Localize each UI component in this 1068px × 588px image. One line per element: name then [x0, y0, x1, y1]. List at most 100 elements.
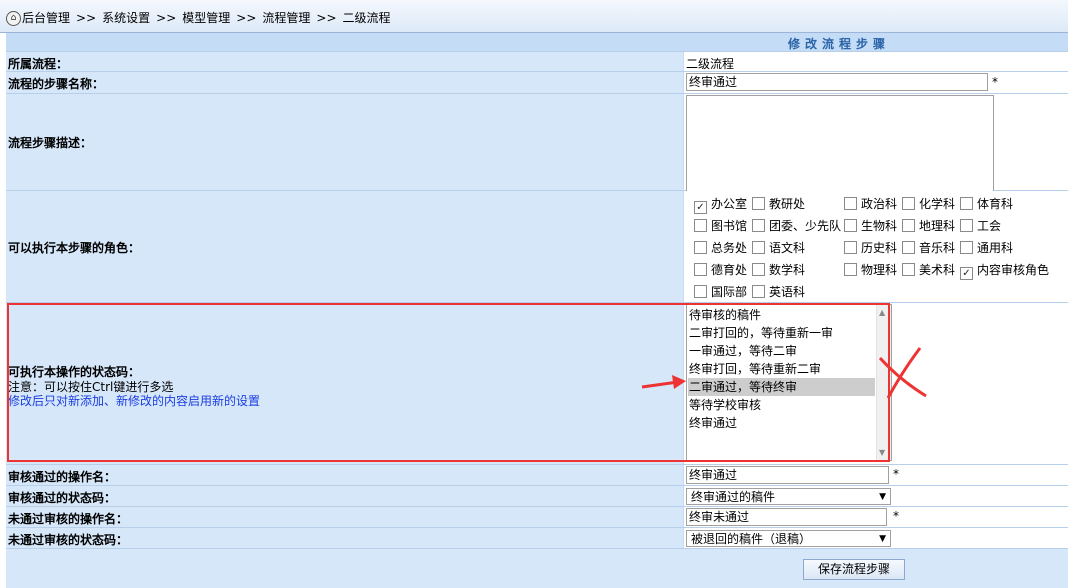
process-value: 二级流程: [686, 57, 735, 71]
form-footer: [6, 549, 1068, 588]
role-checkbox[interactable]: 化学科: [902, 195, 955, 212]
role-checkbox[interactable]: 音乐科: [902, 239, 955, 256]
checkbox-icon[interactable]: [694, 219, 707, 232]
role-checkbox[interactable]: 美术科: [902, 261, 955, 278]
fail-status-value: 被退回的稿件（退稿）: [691, 532, 812, 546]
pass-op-label: 审核通过的操作名：: [8, 470, 117, 484]
role-checkbox[interactable]: 德育处: [694, 261, 747, 278]
role-label: 地理科: [919, 219, 956, 233]
dropdown-arrow-icon: ▼: [879, 534, 886, 544]
role-checkbox[interactable]: 政治科: [844, 195, 897, 212]
checkbox-icon[interactable]: [694, 285, 707, 298]
required-mark: *: [992, 75, 998, 89]
role-checkbox[interactable]: 物理科: [844, 261, 897, 278]
fail-op-label: 未通过审核的操作名：: [8, 512, 129, 526]
role-checkbox[interactable]: ✓ 办公室: [694, 195, 747, 214]
role-checkbox[interactable]: 通用科: [960, 239, 1013, 256]
role-checkbox[interactable]: ✓ 内容审核角色: [960, 261, 1049, 280]
breadcrumb-separator: >>: [156, 11, 177, 25]
role-label: 生物科: [861, 219, 898, 233]
checkbox-icon[interactable]: [960, 219, 973, 232]
role-checkbox[interactable]: 工会: [960, 217, 1001, 234]
status-option[interactable]: 终审通过: [688, 414, 875, 432]
role-label: 化学科: [919, 197, 956, 211]
checkbox-icon[interactable]: [844, 219, 857, 232]
breadcrumb-item-admin[interactable]: 后台管理: [22, 11, 70, 25]
checkbox-icon[interactable]: [902, 197, 915, 210]
role-label: 内容审核角色: [977, 263, 1050, 277]
role-checkbox[interactable]: 生物科: [844, 217, 897, 234]
checkbox-icon[interactable]: [752, 285, 765, 298]
checkbox-icon[interactable]: [902, 241, 915, 254]
checkbox-checked-icon[interactable]: ✓: [960, 267, 973, 280]
row-pass-status: 审核通过的状态码： 终审通过的稿件 ▼: [6, 486, 1068, 507]
role-checkbox[interactable]: 教研处: [752, 195, 805, 212]
checkbox-icon[interactable]: [902, 263, 915, 276]
status-option[interactable]: 二审通过，等待终审: [688, 378, 875, 396]
step-name-input[interactable]: 终审通过: [686, 73, 988, 91]
checkbox-icon[interactable]: [752, 197, 765, 210]
process-label: 所属流程：: [8, 57, 69, 71]
checkbox-checked-icon[interactable]: ✓: [694, 201, 707, 214]
pass-op-input[interactable]: 终审通过: [686, 466, 889, 484]
role-label: 总务处: [711, 241, 748, 255]
row-fail-op: 未通过审核的操作名： 终审未通过 *: [6, 507, 1068, 528]
step-desc-label: 流程步骤描述：: [8, 136, 93, 150]
role-checkbox[interactable]: 数学科: [752, 261, 805, 278]
listbox-scrollbar[interactable]: ▲ ▼: [876, 305, 891, 460]
fail-status-label: 未通过审核的状态码：: [8, 533, 129, 547]
role-checkbox[interactable]: 体育科: [960, 195, 1013, 212]
checkbox-icon[interactable]: [902, 219, 915, 232]
role-checkbox[interactable]: 语文科: [752, 239, 805, 256]
status-option[interactable]: 终审打回，等待重新二审: [688, 360, 875, 378]
breadcrumb-item-model[interactable]: 模型管理: [182, 11, 230, 25]
checkbox-icon[interactable]: [694, 241, 707, 254]
roles-label: 可以执行本步骤的角色：: [8, 241, 141, 255]
status-listbox[interactable]: ▲ ▼ 待审核的稿件 二审打回的，等待重新一审 一审通过，等待二审 终审打回，等待重新…: [686, 304, 892, 461]
role-checkbox[interactable]: 英语科: [752, 283, 805, 300]
checkbox-icon[interactable]: [844, 241, 857, 254]
role-label: 音乐科: [919, 241, 956, 255]
checkbox-icon[interactable]: [960, 197, 973, 210]
role-checkbox[interactable]: 团委、少先队: [752, 217, 841, 234]
breadcrumb-item-settings[interactable]: 系统设置: [102, 11, 150, 25]
home-icon[interactable]: ⌂: [6, 11, 21, 26]
role-label: 教研处: [769, 197, 806, 211]
required-mark: *: [893, 509, 899, 523]
checkbox-icon[interactable]: [694, 263, 707, 276]
role-label: 团委、少先队: [769, 219, 842, 233]
status-option[interactable]: 待审核的稿件: [688, 306, 875, 324]
row-status-codes: 可执行本操作的状态码： 注意：可以按住Ctrl键进行多选 修改后只对新添加、新修…: [6, 303, 1068, 465]
required-mark: *: [893, 467, 899, 481]
fail-status-select[interactable]: 被退回的稿件（退稿） ▼: [686, 530, 891, 547]
role-checkbox[interactable]: 国际部: [694, 283, 747, 300]
form-header: 修改流程步骤: [6, 33, 1068, 52]
role-checkbox[interactable]: 历史科: [844, 239, 897, 256]
role-checkbox[interactable]: 图书馆: [694, 217, 747, 234]
checkbox-icon[interactable]: [844, 263, 857, 276]
status-option[interactable]: 二审打回的，等待重新一审: [688, 324, 875, 342]
checkbox-icon[interactable]: [844, 197, 857, 210]
role-label: 体育科: [977, 197, 1014, 211]
step-desc-textarea[interactable]: [686, 95, 994, 192]
checkbox-icon[interactable]: [752, 263, 765, 276]
checkbox-icon[interactable]: [960, 241, 973, 254]
form-title: 修改流程步骤: [788, 37, 891, 51]
fail-op-input[interactable]: 终审未通过: [686, 508, 887, 526]
role-label: 美术科: [919, 263, 956, 277]
pass-status-select[interactable]: 终审通过的稿件 ▼: [686, 488, 891, 505]
breadcrumb-separator: >>: [76, 11, 97, 25]
status-option[interactable]: 等待学校审核: [688, 396, 875, 414]
scroll-up-icon[interactable]: ▲: [879, 308, 885, 317]
step-name-label: 流程的步骤名称：: [8, 77, 105, 91]
row-process: 所属流程： 二级流程: [6, 52, 1068, 72]
scroll-down-icon[interactable]: ▼: [879, 448, 885, 457]
save-step-button[interactable]: 保存流程步骤: [803, 559, 905, 580]
role-checkbox[interactable]: 总务处: [694, 239, 747, 256]
role-label: 通用科: [977, 241, 1014, 255]
checkbox-icon[interactable]: [752, 219, 765, 232]
role-checkbox[interactable]: 地理科: [902, 217, 955, 234]
checkbox-icon[interactable]: [752, 241, 765, 254]
status-option[interactable]: 一审通过，等待二审: [688, 342, 875, 360]
breadcrumb-item-process[interactable]: 流程管理: [262, 11, 310, 25]
